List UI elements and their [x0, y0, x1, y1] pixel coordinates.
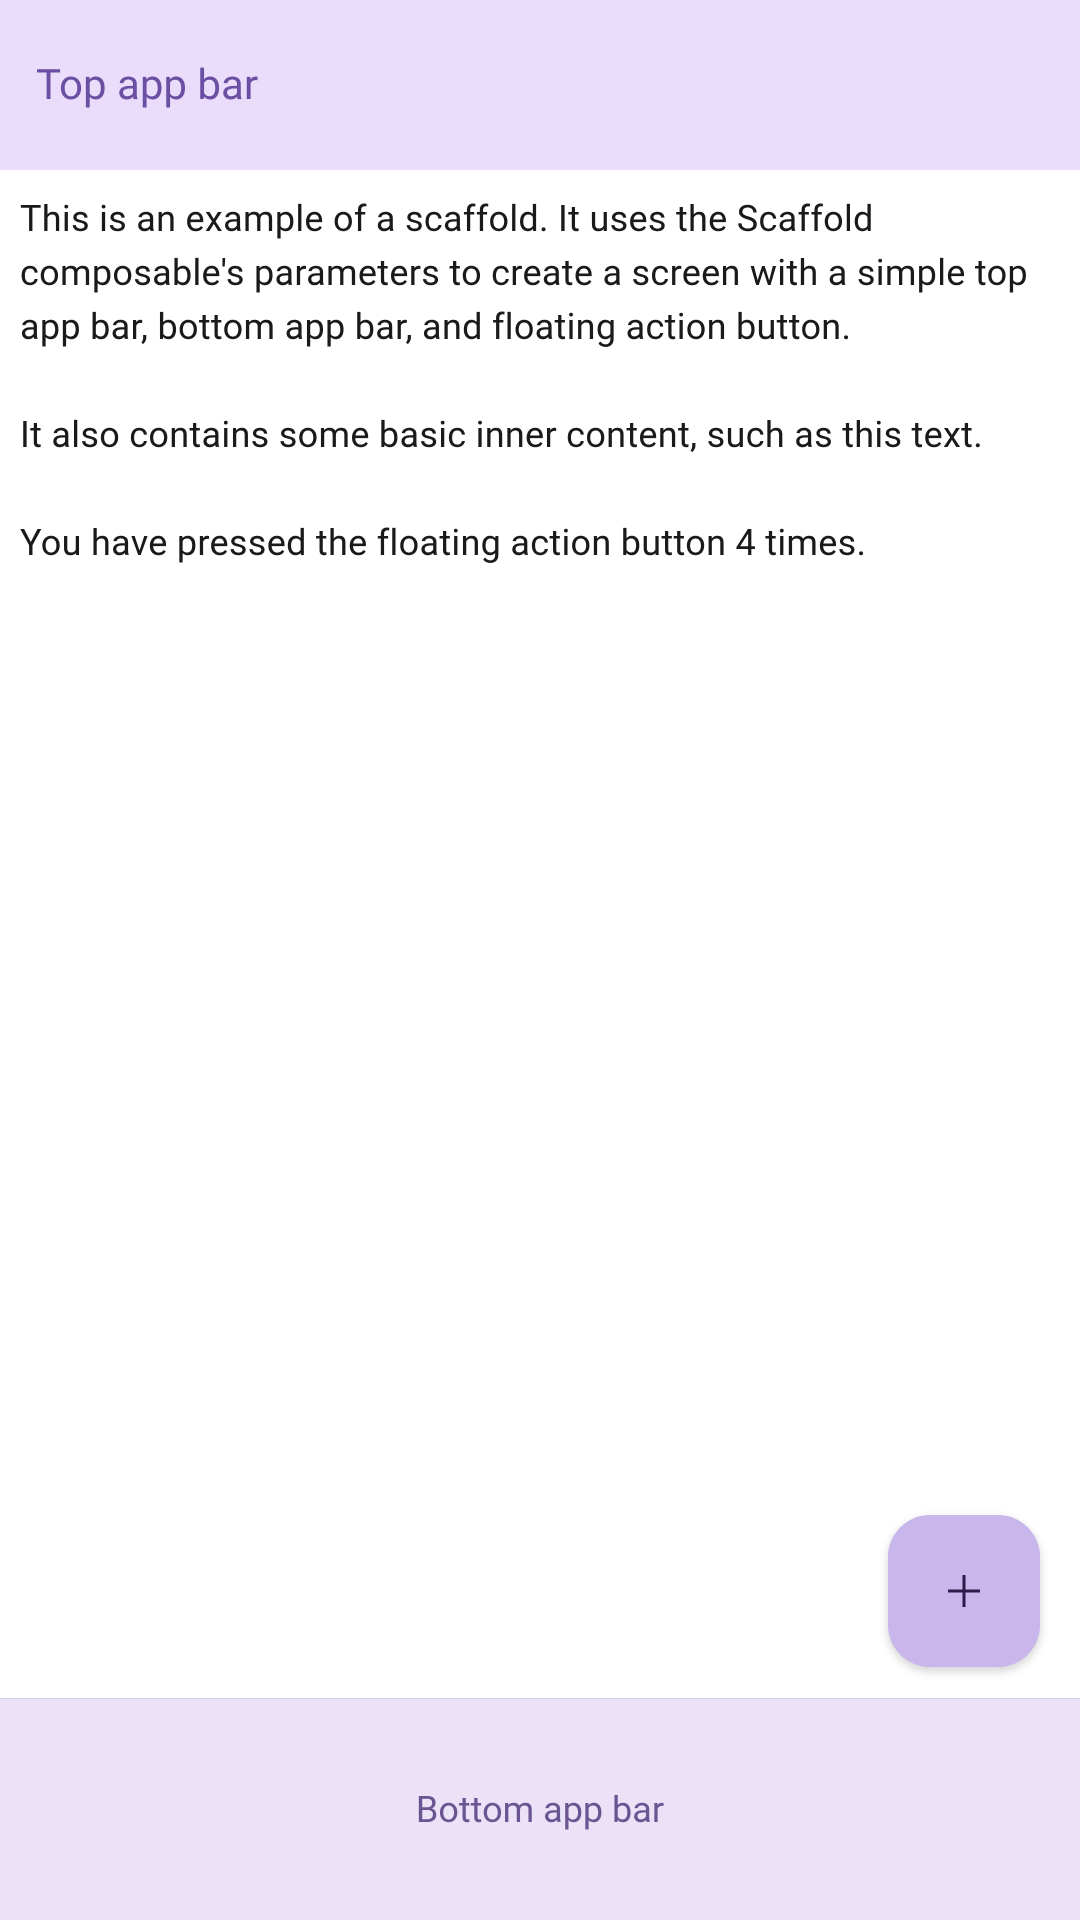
top-app-bar: Top app bar: [0, 0, 1080, 170]
bottom-app-bar-title: Bottom app bar: [416, 1789, 664, 1831]
content-body-text: This is an example of a scaffold. It use…: [20, 192, 1060, 570]
bottom-app-bar: Bottom app bar: [0, 1698, 1080, 1920]
floating-action-button[interactable]: [888, 1515, 1040, 1667]
add-icon: [946, 1573, 982, 1609]
content-area: This is an example of a scaffold. It use…: [0, 170, 1080, 1698]
top-app-bar-title: Top app bar: [36, 61, 258, 110]
